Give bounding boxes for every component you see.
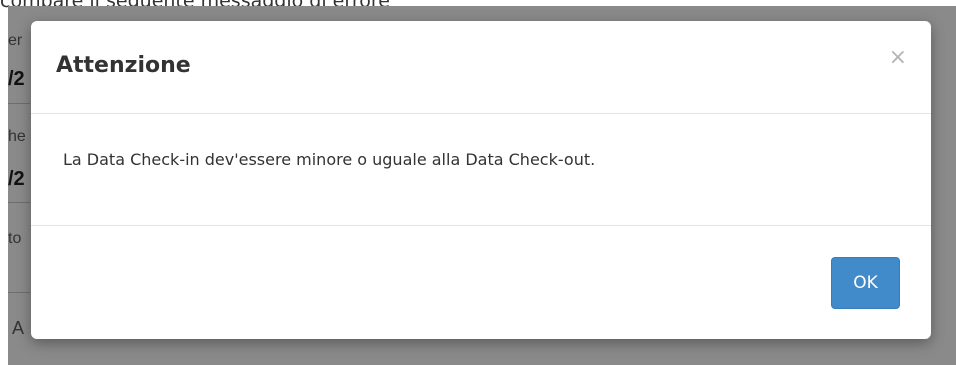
dialog-header: Attenzione ×: [31, 21, 931, 114]
background-value-fragment: /2: [8, 168, 25, 190]
dialog-body: La Data Check-in dev'essere minore o ugu…: [31, 114, 931, 226]
background-label-fragment: er: [8, 32, 23, 49]
dialog-title: Attenzione: [56, 53, 191, 78]
background-label-fragment: A: [12, 318, 25, 338]
background-label-fragment: to: [8, 230, 22, 247]
background-label-fragment: he: [8, 128, 26, 145]
alert-dialog: Attenzione × La Data Check-in dev'essere…: [31, 21, 931, 339]
background-divider: [8, 292, 30, 293]
dialog-message: La Data Check-in dev'essere minore o ugu…: [63, 150, 596, 169]
close-icon[interactable]: ×: [889, 47, 907, 69]
background-divider: [8, 103, 30, 104]
ok-button[interactable]: OK: [831, 257, 900, 309]
background-divider: [8, 202, 30, 203]
app-screenshot: er /2 he /2 to A Attenzione × La Data Ch…: [8, 6, 956, 365]
background-value-fragment: /2: [8, 68, 25, 90]
